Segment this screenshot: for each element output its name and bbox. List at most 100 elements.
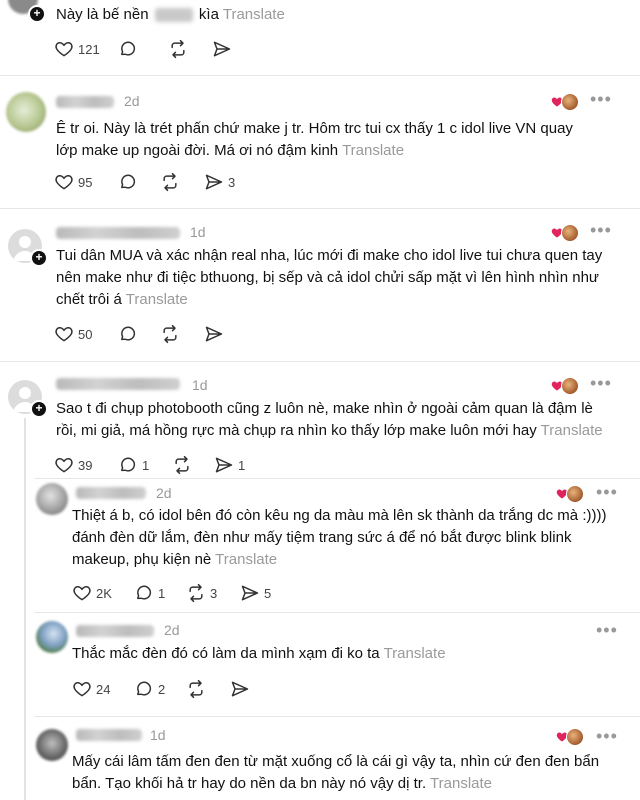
username-redacted[interactable] (56, 96, 114, 108)
reply-button[interactable]: 1 (118, 454, 149, 476)
like-count: 2K (96, 585, 112, 601)
follow-plus-icon[interactable]: + (30, 400, 48, 418)
heart-outline-icon (73, 681, 91, 697)
translate-link[interactable]: Translate (215, 551, 277, 568)
comment-bubble-icon (121, 457, 136, 472)
heart-outline-icon (55, 174, 73, 190)
translate-link[interactable]: Translate (126, 291, 188, 308)
avatar[interactable] (6, 92, 46, 132)
creator-liked-badge (551, 92, 579, 111)
like-count: 95 (78, 174, 93, 190)
repost-button[interactable] (160, 323, 180, 345)
reply-button[interactable]: 2 (134, 678, 165, 700)
repost-count: 3 (210, 585, 218, 601)
repost-button[interactable] (160, 171, 180, 193)
send-paper-plane-icon (213, 41, 231, 57)
send-paper-plane-icon (215, 457, 233, 473)
send-paper-plane-icon (205, 174, 223, 190)
translate-link[interactable]: Translate (430, 775, 492, 792)
like-button[interactable]: 121 (54, 38, 100, 60)
repost-arrows-icon (171, 39, 185, 59)
like-count: 50 (78, 326, 93, 342)
translate-link[interactable]: Translate (342, 142, 404, 159)
post-time: 1d (150, 727, 166, 743)
creator-liked-badge (556, 484, 584, 503)
share-count: 3 (228, 174, 236, 190)
send-paper-plane-icon (231, 681, 249, 697)
like-button[interactable]: 24 (72, 678, 110, 700)
reply-button[interactable] (118, 171, 138, 193)
share-button[interactable]: 1 (214, 454, 245, 476)
like-button[interactable]: 2K (72, 582, 112, 604)
more-dots-icon[interactable]: ••• (590, 221, 612, 239)
reply-post-4: 2d ••• Thiệt á b, có idol bên đó còn kêu… (0, 479, 640, 609)
avatar[interactable] (36, 729, 68, 761)
repost-button[interactable] (172, 454, 192, 476)
repost-button[interactable] (168, 38, 188, 60)
like-button[interactable]: 39 (54, 454, 92, 476)
share-button[interactable] (204, 323, 224, 345)
heart-outline-icon (73, 585, 91, 601)
repost-button[interactable] (186, 678, 206, 700)
share-button[interactable]: 5 (240, 582, 271, 604)
reply-button[interactable] (118, 38, 138, 60)
heart-outline-icon (55, 457, 73, 473)
username-redacted[interactable] (56, 378, 180, 390)
comment-text: Mấy cái lâm tấm đen đen từ mặt xuống cổ … (72, 751, 612, 795)
send-paper-plane-icon (241, 585, 259, 601)
more-dots-icon[interactable]: ••• (590, 90, 612, 108)
creator-liked-badge (551, 376, 579, 395)
share-button[interactable]: 3 (204, 171, 235, 193)
comment-bubble-icon (121, 174, 136, 189)
username-redacted[interactable] (76, 487, 146, 499)
comment-text: Tui dân MUA và xác nhận real nha, lúc mớ… (56, 245, 616, 311)
follow-plus-icon[interactable]: + (30, 249, 48, 267)
heart-outline-icon (55, 41, 73, 57)
comment-bubble-icon (121, 326, 136, 341)
username-redacted[interactable] (76, 625, 154, 637)
comment-bubble-icon (137, 585, 152, 600)
username-redacted[interactable] (76, 729, 142, 741)
like-button[interactable]: 50 (54, 323, 92, 345)
username-redacted[interactable] (56, 227, 180, 239)
repost-arrows-icon (163, 172, 177, 192)
more-dots-icon[interactable]: ••• (596, 621, 618, 639)
translate-link[interactable]: Translate (223, 6, 285, 23)
translate-link[interactable]: Translate (384, 645, 446, 662)
post-time: 2d (124, 93, 140, 109)
heart-outline-icon (55, 326, 73, 342)
like-button[interactable]: 95 (54, 171, 92, 193)
avatar[interactable] (36, 621, 68, 653)
comment-text-content: Thiệt á b, có idol bên đó còn kêu ng da … (72, 507, 607, 568)
creator-avatar-mini (566, 728, 584, 746)
reply-button[interactable] (118, 323, 138, 345)
share-count: 1 (238, 457, 246, 473)
comment-text-content: Mấy cái lâm tấm đen đen từ mặt xuống cổ … (72, 753, 600, 792)
reply-post-6: 1d ••• Mấy cái lâm tấm đen đen từ mặt xu… (0, 717, 640, 800)
creator-avatar-mini (561, 224, 579, 242)
like-count: 24 (96, 681, 111, 697)
reply-count: 1 (142, 457, 150, 473)
repost-button[interactable]: 3 (186, 582, 217, 604)
reply-button[interactable]: 1 (134, 582, 165, 604)
creator-avatar-mini (561, 377, 579, 395)
comment-post-2: + 1d ••• Tui dân MUA và xác nhận real nh… (0, 209, 640, 359)
post-time: 1d (190, 224, 206, 240)
repost-arrows-icon (175, 455, 189, 475)
comment-text-content: Thắc mắc đèn đó có làm da mình xạm đi ko… (72, 645, 380, 662)
share-button[interactable] (212, 38, 232, 60)
post-time: 2d (164, 622, 180, 638)
translate-link[interactable]: Translate (541, 422, 603, 439)
comment-post-0: + Này là bế nền kìa Translate 121 (0, 0, 640, 74)
comment-text: Ê tr oi. Này là trét phấn chứ make j tr.… (56, 118, 596, 162)
more-dots-icon[interactable]: ••• (596, 483, 618, 501)
comment-text-start: Này là bế nền (56, 6, 149, 23)
avatar[interactable] (36, 483, 68, 515)
comment-text-end: kìa (198, 6, 219, 23)
comment-post-1: 2d ••• Ê tr oi. Này là trét phấn chứ mak… (0, 76, 640, 206)
more-dots-icon[interactable]: ••• (590, 374, 612, 392)
follow-plus-icon[interactable]: + (28, 5, 46, 23)
more-dots-icon[interactable]: ••• (596, 727, 618, 745)
share-button[interactable] (230, 678, 250, 700)
creator-avatar-mini (561, 93, 579, 111)
